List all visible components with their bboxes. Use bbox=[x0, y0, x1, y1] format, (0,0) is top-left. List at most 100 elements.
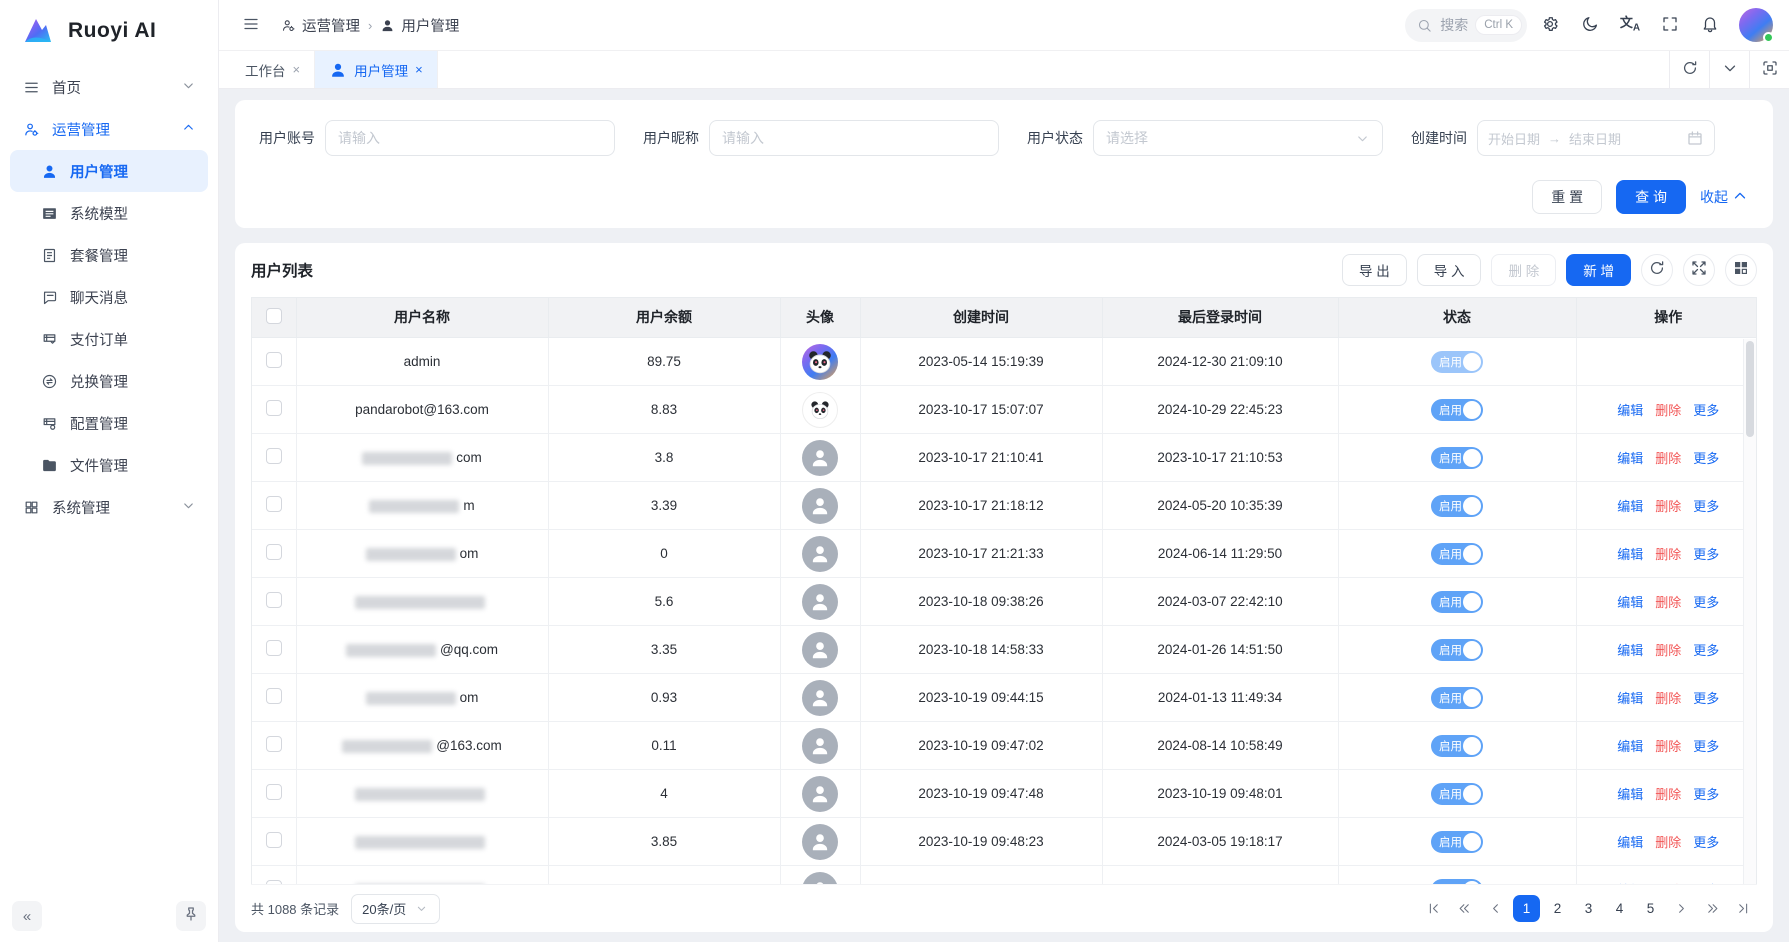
page-button-1[interactable]: 1 bbox=[1513, 895, 1540, 922]
last-page-button[interactable] bbox=[1730, 895, 1757, 922]
status-toggle[interactable]: 启用 bbox=[1431, 351, 1483, 373]
status-toggle[interactable]: 启用 bbox=[1431, 831, 1483, 853]
status-toggle[interactable]: 启用 bbox=[1431, 639, 1483, 661]
notifications-button[interactable] bbox=[1693, 8, 1727, 42]
global-search[interactable]: 搜索 Ctrl K bbox=[1405, 9, 1527, 42]
sidebar-item-首页[interactable]: 首页 bbox=[10, 66, 208, 108]
tab-workbench[interactable]: 工作台 × bbox=[231, 51, 315, 88]
sidebar-item-支付订单[interactable]: 支付订单 bbox=[10, 318, 208, 360]
table-scrollbar[interactable] bbox=[1743, 339, 1756, 885]
settings-button[interactable] bbox=[1533, 8, 1567, 42]
row-checkbox[interactable] bbox=[266, 592, 282, 608]
status-toggle[interactable]: 启用 bbox=[1431, 399, 1483, 421]
edit-action-link[interactable]: 编辑 bbox=[1617, 640, 1643, 659]
user-avatar[interactable] bbox=[1739, 8, 1773, 42]
row-checkbox[interactable] bbox=[266, 448, 282, 464]
reset-button[interactable]: 重 置 bbox=[1532, 180, 1602, 214]
page-button-5[interactable]: 5 bbox=[1637, 895, 1664, 922]
row-checkbox[interactable] bbox=[266, 352, 282, 368]
tab-maximize-button[interactable] bbox=[1749, 51, 1789, 88]
sidebar-item-用户管理[interactable]: 用户管理 bbox=[10, 150, 208, 192]
status-toggle[interactable]: 启用 bbox=[1431, 495, 1483, 517]
page-button-3[interactable]: 3 bbox=[1575, 895, 1602, 922]
jump-back-button[interactable] bbox=[1451, 895, 1478, 922]
delete-button[interactable]: 删 除 bbox=[1491, 254, 1556, 286]
delete-action-link[interactable]: 删除 bbox=[1655, 736, 1681, 755]
delete-action-link[interactable]: 删除 bbox=[1655, 832, 1681, 851]
edit-action-link[interactable]: 编辑 bbox=[1617, 544, 1643, 563]
row-checkbox[interactable] bbox=[266, 880, 282, 884]
more-action-link[interactable]: 更多 bbox=[1693, 400, 1719, 419]
more-action-link[interactable]: 更多 bbox=[1693, 496, 1719, 515]
status-toggle[interactable]: 启用 bbox=[1431, 447, 1483, 469]
import-button[interactable]: 导 入 bbox=[1417, 254, 1482, 286]
sidebar-item-套餐管理[interactable]: 套餐管理 bbox=[10, 234, 208, 276]
status-toggle[interactable]: 启用 bbox=[1431, 879, 1483, 885]
row-checkbox[interactable] bbox=[266, 544, 282, 560]
next-page-button[interactable] bbox=[1668, 895, 1695, 922]
sidebar-item-运营管理[interactable]: 运营管理 bbox=[10, 108, 208, 150]
page-button-4[interactable]: 4 bbox=[1606, 895, 1633, 922]
hamburger-menu-button[interactable] bbox=[235, 9, 267, 41]
tab-close-icon[interactable]: × bbox=[415, 62, 423, 77]
table-columns-button[interactable] bbox=[1725, 254, 1757, 286]
row-checkbox[interactable] bbox=[266, 688, 282, 704]
more-action-link[interactable]: 更多 bbox=[1693, 736, 1719, 755]
tab-refresh-button[interactable] bbox=[1669, 51, 1709, 88]
breadcrumb-operations[interactable]: 运营管理 bbox=[281, 15, 360, 36]
more-action-link[interactable]: 更多 bbox=[1693, 688, 1719, 707]
delete-action-link[interactable]: 删除 bbox=[1655, 784, 1681, 803]
edit-action-link[interactable]: 编辑 bbox=[1617, 496, 1643, 515]
collapse-filter-link[interactable]: 收起 bbox=[1700, 187, 1749, 208]
delete-action-link[interactable]: 删除 bbox=[1655, 592, 1681, 611]
tab-menu-button[interactable] bbox=[1709, 51, 1749, 88]
delete-action-link[interactable]: 删除 bbox=[1655, 880, 1681, 884]
date-range-picker[interactable]: 开始日期 → 结束日期 bbox=[1477, 120, 1715, 156]
edit-action-link[interactable]: 编辑 bbox=[1617, 688, 1643, 707]
status-toggle[interactable]: 启用 bbox=[1431, 735, 1483, 757]
tab-user-management[interactable]: 用户管理 × bbox=[315, 51, 438, 88]
status-select[interactable]: 请选择 bbox=[1093, 120, 1383, 156]
dark-mode-button[interactable] bbox=[1573, 8, 1607, 42]
language-button[interactable]: 文A bbox=[1613, 8, 1647, 42]
row-checkbox[interactable] bbox=[266, 496, 282, 512]
sidebar-collapse-button[interactable]: « bbox=[12, 901, 42, 931]
more-action-link[interactable]: 更多 bbox=[1693, 880, 1719, 884]
page-button-2[interactable]: 2 bbox=[1544, 895, 1571, 922]
fullscreen-button[interactable] bbox=[1653, 8, 1687, 42]
edit-action-link[interactable]: 编辑 bbox=[1617, 592, 1643, 611]
delete-action-link[interactable]: 删除 bbox=[1655, 640, 1681, 659]
delete-action-link[interactable]: 删除 bbox=[1655, 544, 1681, 563]
more-action-link[interactable]: 更多 bbox=[1693, 592, 1719, 611]
first-page-button[interactable] bbox=[1420, 895, 1447, 922]
status-toggle[interactable]: 启用 bbox=[1431, 783, 1483, 805]
row-checkbox[interactable] bbox=[266, 640, 282, 656]
select-all-checkbox[interactable] bbox=[266, 308, 282, 324]
sidebar-pin-button[interactable] bbox=[176, 901, 206, 931]
more-action-link[interactable]: 更多 bbox=[1693, 448, 1719, 467]
status-toggle[interactable]: 启用 bbox=[1431, 591, 1483, 613]
app-logo[interactable]: Ruoyi AI bbox=[0, 0, 218, 62]
sidebar-item-系统管理[interactable]: 系统管理 bbox=[10, 486, 208, 528]
edit-action-link[interactable]: 编辑 bbox=[1617, 784, 1643, 803]
row-checkbox[interactable] bbox=[266, 736, 282, 752]
sidebar-item-配置管理[interactable]: 配置管理 bbox=[10, 402, 208, 444]
more-action-link[interactable]: 更多 bbox=[1693, 784, 1719, 803]
more-action-link[interactable]: 更多 bbox=[1693, 640, 1719, 659]
delete-action-link[interactable]: 删除 bbox=[1655, 688, 1681, 707]
edit-action-link[interactable]: 编辑 bbox=[1617, 880, 1643, 884]
edit-action-link[interactable]: 编辑 bbox=[1617, 400, 1643, 419]
scrollbar-thumb[interactable] bbox=[1746, 341, 1754, 437]
more-action-link[interactable]: 更多 bbox=[1693, 544, 1719, 563]
edit-action-link[interactable]: 编辑 bbox=[1617, 736, 1643, 755]
tab-close-icon[interactable]: × bbox=[293, 62, 301, 77]
previous-page-button[interactable] bbox=[1482, 895, 1509, 922]
table-refresh-button[interactable] bbox=[1641, 254, 1673, 286]
row-checkbox[interactable] bbox=[266, 400, 282, 416]
row-checkbox[interactable] bbox=[266, 784, 282, 800]
sidebar-item-聊天消息[interactable]: 聊天消息 bbox=[10, 276, 208, 318]
edit-action-link[interactable]: 编辑 bbox=[1617, 832, 1643, 851]
row-checkbox[interactable] bbox=[266, 832, 282, 848]
more-action-link[interactable]: 更多 bbox=[1693, 832, 1719, 851]
jump-forward-button[interactable] bbox=[1699, 895, 1726, 922]
